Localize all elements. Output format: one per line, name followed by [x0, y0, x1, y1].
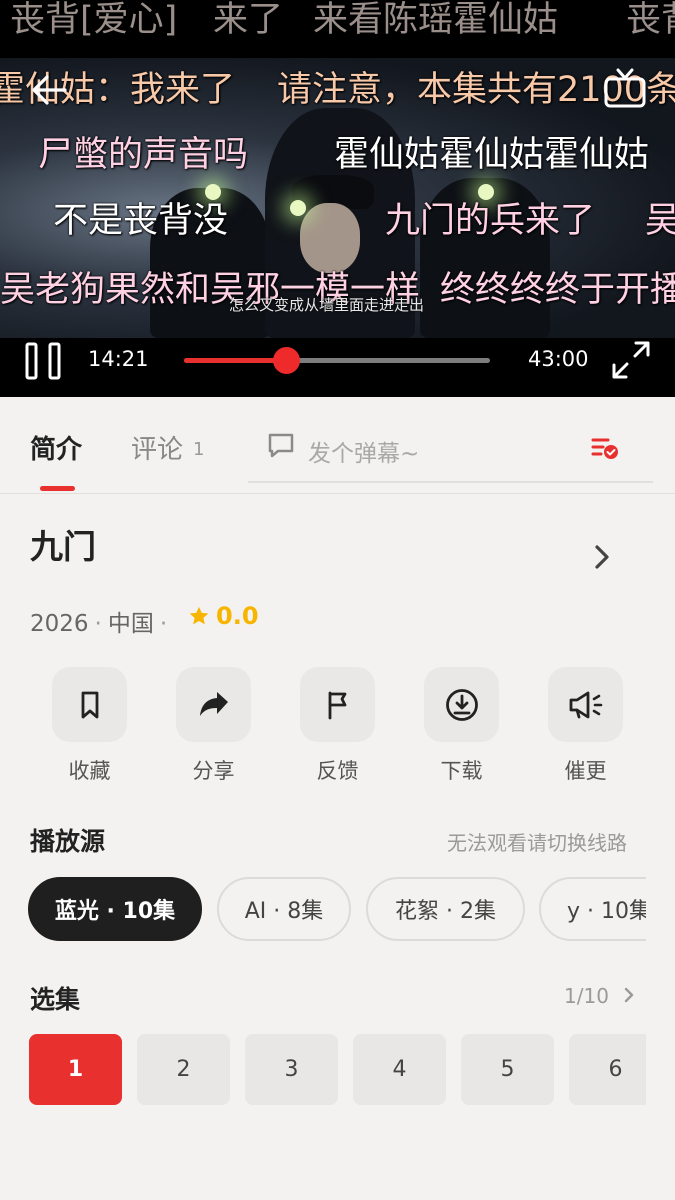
danmaku-comment: 来看陈瑶霍仙姑	[313, 0, 559, 40]
danmaku-comment: 九门的兵来了	[385, 201, 596, 241]
source-chip[interactable]: y · 10集	[539, 877, 646, 941]
episode-page[interactable]: 1/10	[564, 984, 637, 1008]
danmaku-comment: 丧背	[626, 0, 675, 40]
video-subtitle: 怎么又变成从墙里面走进走出	[229, 296, 425, 314]
current-time: 14:21	[88, 347, 149, 371]
comment-bubble-icon	[266, 431, 296, 465]
chevron-right-icon	[625, 987, 634, 1003]
danmaku-comment: 来了	[213, 0, 284, 40]
episode-button[interactable]: 1	[29, 1034, 122, 1105]
progress-track[interactable]	[184, 347, 490, 374]
total-time: 43:00	[528, 347, 589, 371]
show-title: 九门	[30, 527, 96, 566]
back-arrow-icon[interactable]	[27, 68, 71, 112]
tab-intro[interactable]: 简介	[30, 429, 82, 466]
fullscreen-icon[interactable]	[610, 339, 652, 381]
action-label: 反馈	[316, 759, 359, 783]
action-label: 收藏	[68, 759, 111, 783]
urge-update-button[interactable]: 催更	[548, 667, 623, 785]
download-button[interactable]: 下载	[424, 667, 499, 785]
video-light	[290, 200, 306, 216]
action-label: 下载	[440, 759, 483, 783]
show-rating: 0.0	[188, 602, 259, 630]
show-year: 2026	[30, 611, 89, 637]
episode-button[interactable]: 2	[137, 1034, 230, 1105]
episode-button[interactable]: 3	[245, 1034, 338, 1105]
episode-list: 1 2 3 4 5 6	[29, 1034, 646, 1106]
episode-button[interactable]: 6	[569, 1034, 646, 1105]
source-chip[interactable]: 花絮 · 2集	[366, 877, 525, 941]
danmaku-comment: 丧背[爱心]	[10, 0, 178, 40]
tab-active-indicator	[40, 486, 75, 491]
pause-icon[interactable]	[24, 342, 64, 380]
action-label: 分享	[192, 759, 235, 783]
source-chip[interactable]: AI · 8集	[217, 877, 351, 941]
danmaku-input[interactable]: 发个弹幕~	[248, 421, 653, 483]
star-icon	[189, 606, 209, 625]
share-icon	[176, 667, 251, 742]
feedback-button[interactable]: 反馈	[300, 667, 375, 785]
show-region: 中国	[107, 611, 154, 637]
danmaku-comment: 终终终终于开播	[440, 270, 675, 310]
danmaku-placeholder: 发个弹幕~	[308, 441, 420, 467]
danmaku-comment: 霍仙姑霍仙姑霍仙姑	[334, 135, 650, 175]
danmaku-comment: 不是丧背没	[53, 201, 229, 241]
episode-page-count: 1/10	[564, 984, 609, 1008]
video-player[interactable]: 丧背[爱心] 来了 来看陈瑶霍仙姑 丧背 霍仙姑：我来了 请注意，本集共有210…	[0, 0, 675, 397]
progress-handle[interactable]	[273, 347, 301, 374]
megaphone-icon	[548, 667, 623, 742]
favorite-button[interactable]: 收藏	[52, 667, 127, 785]
tv-cast-icon[interactable]	[603, 68, 647, 112]
bookmark-icon	[52, 667, 127, 742]
chevron-right-icon[interactable]	[590, 543, 614, 575]
action-label: 催更	[564, 759, 607, 783]
share-button[interactable]: 分享	[176, 667, 251, 785]
download-icon	[424, 667, 499, 742]
video-figure-face	[300, 203, 360, 273]
sources-hint: 无法观看请切换线路	[447, 831, 627, 855]
show-meta: 2026 · 中国 ·	[30, 604, 173, 638]
danmaku-settings-icon[interactable]	[590, 433, 620, 467]
progress-fill	[184, 358, 287, 363]
tab-comments[interactable]: 评论	[131, 429, 183, 466]
video-light	[478, 184, 494, 200]
video-light	[205, 184, 221, 200]
danmaku-comment: 吴	[645, 201, 675, 241]
detail-tabs: 简介 评论 1 发个弹幕~	[0, 397, 675, 494]
flag-icon	[300, 667, 375, 742]
separator-dot: ·	[94, 611, 102, 637]
danmaku-comment: 尸蟞的声音吗	[38, 135, 249, 175]
source-list: 蓝光 · 10集 AI · 8集 花絮 · 2集 y · 10集	[28, 877, 646, 945]
player-controls: 14:21 43:00	[0, 330, 675, 390]
comment-count: 1	[193, 439, 205, 460]
episodes-title: 选集	[30, 985, 81, 1014]
episode-button[interactable]: 4	[353, 1034, 446, 1105]
episode-button[interactable]: 5	[461, 1034, 554, 1105]
source-chip[interactable]: 蓝光 · 10集	[28, 877, 202, 941]
rating-score: 0.0	[216, 602, 259, 630]
sources-title: 播放源	[30, 827, 106, 856]
separator-dot: ·	[159, 611, 168, 637]
